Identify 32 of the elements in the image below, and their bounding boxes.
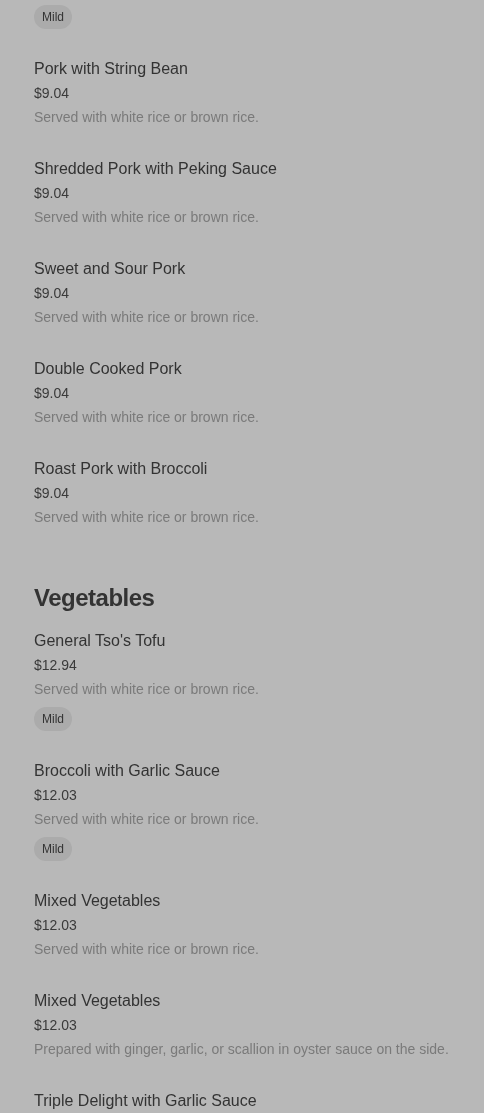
item-description: Served with white rice or brown rice. [34, 508, 260, 527]
item-name: Mixed Vegetables [34, 891, 162, 911]
item-name: Pork with String Bean [34, 59, 189, 79]
item-description: Served with white rice or brown rice. [34, 108, 260, 127]
item-description: Served with white rice or brown rice. [34, 680, 260, 699]
item-price: $12.94 [34, 656, 78, 675]
item-description: Served with white rice or brown rice. [34, 408, 260, 427]
item-name: Shredded Pork with Peking Sauce [34, 159, 278, 179]
item-price: $9.04 [34, 284, 71, 303]
item-price: $9.04 [34, 184, 71, 203]
item-price: $12.03 [34, 916, 78, 935]
item-name: Double Cooked Pork [34, 359, 183, 379]
item-name: Roast Pork with Broccoli [34, 459, 209, 479]
item-description: Served with white rice or brown rice. [34, 308, 260, 327]
item-description: Served with white rice or brown rice. [34, 208, 260, 227]
item-price: $9.04 [34, 384, 71, 403]
item-price: $9.04 [34, 484, 71, 503]
item-name: Broccoli with Garlic Sauce [34, 761, 221, 781]
item-description: Prepared with ginger, garlic, or scallion in oyster sauce on the side. [34, 1040, 450, 1059]
item-description: Served with white rice or brown rice. [34, 810, 260, 829]
item-description: Served with white rice or brown rice. [34, 940, 260, 959]
section-heading: Vegetables [34, 583, 156, 613]
item-name: Triple Delight with Garlic Sauce [34, 1091, 258, 1111]
item-price: $9.04 [34, 84, 71, 103]
item-price: $12.03 [34, 1016, 78, 1035]
spice-tag: Mild [34, 837, 72, 861]
item-name: General Tso's Tofu [34, 631, 167, 651]
item-price: $12.03 [34, 786, 78, 805]
spice-tag: Mild [34, 707, 72, 731]
item-name: Sweet and Sour Pork [34, 259, 187, 279]
item-name: Mixed Vegetables [34, 991, 162, 1011]
spice-tag: Mild [34, 5, 72, 29]
